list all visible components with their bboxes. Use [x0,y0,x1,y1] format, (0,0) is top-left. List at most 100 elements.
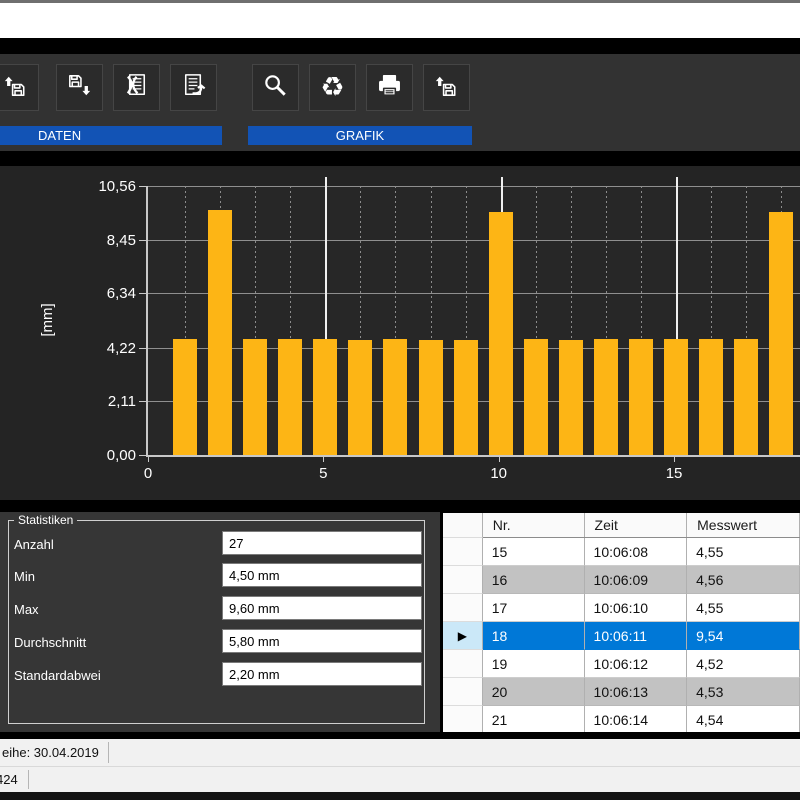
bar-11 [524,339,548,455]
y-tick-label: 2,11 [84,393,136,410]
table-row-15[interactable]: 1510:06:084,55 [443,538,800,566]
table-row-16[interactable]: 1610:06:094,56 [443,566,800,594]
bar-8 [419,340,443,455]
col-header-zeit[interactable]: Zeit [585,513,688,537]
stat-label-durchschnitt: Durchschnitt [14,635,86,650]
col-header-messwert[interactable]: Messwert [687,513,800,537]
cell-zeit[interactable]: 10:06:08 [585,538,688,566]
row-selector[interactable] [443,594,483,622]
chart-bottom-separator [0,500,800,512]
row-selector[interactable] [443,706,483,732]
cell-zeit[interactable]: 10:06:09 [585,566,688,594]
y-tick-label: 0,00 [84,447,136,464]
cell-messwert[interactable]: 4,55 [687,594,800,622]
export-data-icon [178,70,209,106]
cell-messwert[interactable]: 4,52 [687,650,800,678]
refresh-icon: ♻ [320,74,344,101]
bar-4 [278,339,302,455]
cell-messwert[interactable]: 9,54 [687,622,800,650]
row-selector[interactable] [443,650,483,678]
cell-zeit[interactable]: 10:06:12 [585,650,688,678]
col-header-nr[interactable]: Nr. [483,513,585,537]
table-row-18[interactable]: ▶1810:06:119,54 [443,622,800,650]
stat-input-max[interactable] [222,596,422,620]
bar-16 [699,339,723,455]
cell-messwert[interactable]: 4,56 [687,566,800,594]
cell-zeit[interactable]: 10:06:13 [585,678,688,706]
export-data-button[interactable] [170,64,217,111]
save-data-icon [64,70,95,106]
cell-nr[interactable]: 17 [483,594,585,622]
y-tick-mark [139,455,146,456]
x-tick-mark [323,457,324,462]
zoom-button[interactable] [252,64,299,111]
bar-chart-plot[interactable] [146,186,800,457]
bar-13 [594,339,618,455]
bar-14 [629,339,653,455]
row-selector-header [443,513,483,538]
load-data-button[interactable] [0,64,39,111]
measurement-table[interactable]: Nr.ZeitMesswert1510:06:084,551610:06:094… [443,513,800,732]
table-row-17[interactable]: 1710:06:104,55 [443,594,800,622]
bar-17 [734,339,758,455]
chart-section: [mm] 0,002,114,226,348,4510,56051015 [0,166,800,500]
zoom-icon [260,70,291,106]
cell-nr[interactable]: 21 [483,706,585,732]
cell-zeit[interactable]: 10:06:14 [585,706,688,732]
table-row-20[interactable]: 2010:06:134,53 [443,678,800,706]
stat-input-standardabwei[interactable] [222,662,422,686]
row-selector[interactable] [443,566,483,594]
h-gridline [148,186,800,187]
statusbar-device: 424 [0,766,800,792]
cell-zeit[interactable]: 10:06:11 [585,622,688,650]
bar-12 [559,340,583,455]
cell-nr[interactable]: 20 [483,678,585,706]
bar-3 [243,339,267,455]
stat-input-durchschnitt[interactable] [222,629,422,653]
cell-messwert[interactable]: 4,54 [687,706,800,732]
toolbar-group-label-grafik: GRAFIK [248,126,472,145]
stat-input-anzahl[interactable] [222,531,422,555]
print-icon [374,70,405,106]
bottom-border-strip [0,792,800,800]
row-selector[interactable] [443,678,483,706]
cell-messwert[interactable]: 4,55 [687,538,800,566]
table-row-19[interactable]: 1910:06:124,52 [443,650,800,678]
app-window: ♻ DATEN GRAFIK [mm] 0,002,114,226,348,45… [0,0,800,800]
y-tick-label: 8,45 [84,232,136,249]
row-selector[interactable] [443,538,483,566]
bar-9 [454,340,478,455]
statusbar-divider [28,770,29,789]
x-tick-label: 5 [303,465,343,482]
print-button[interactable] [366,64,413,111]
cell-nr[interactable]: 15 [483,538,585,566]
cell-nr[interactable]: 19 [483,650,585,678]
statistics-panel: Statistiken Anzahl Min Max Durchschnitt … [0,512,440,735]
cell-messwert[interactable]: 4,53 [687,678,800,706]
bar-18 [769,212,793,455]
status-separator [0,732,800,739]
cell-nr[interactable]: 16 [483,566,585,594]
stat-label-anzahl: Anzahl [14,537,54,552]
stat-input-min[interactable] [222,563,422,587]
y-tick-mark [139,240,146,241]
save-data-button[interactable] [56,64,103,111]
separator-band [0,38,800,54]
y-tick-mark [139,293,146,294]
bar-1 [173,339,197,455]
cell-zeit[interactable]: 10:06:10 [585,594,688,622]
bar-10 [489,212,513,455]
save-graphic-button[interactable] [423,64,470,111]
refresh-button[interactable]: ♻ [309,64,356,111]
chart-y-axis-label: [mm] [39,290,59,350]
cell-nr[interactable]: 18 [483,622,585,650]
row-selector[interactable]: ▶ [443,622,483,650]
bar-7 [383,339,407,455]
table-row-21[interactable]: 2110:06:144,54 [443,706,800,732]
toolbar-group-label-daten: DATEN [0,126,222,145]
x-tick-mark [674,457,675,462]
delete-data-button[interactable] [113,64,160,111]
bar-2 [208,210,232,455]
y-tick-mark [139,401,146,402]
statusbar-series: eihe: 30.04.2019 [0,739,800,766]
